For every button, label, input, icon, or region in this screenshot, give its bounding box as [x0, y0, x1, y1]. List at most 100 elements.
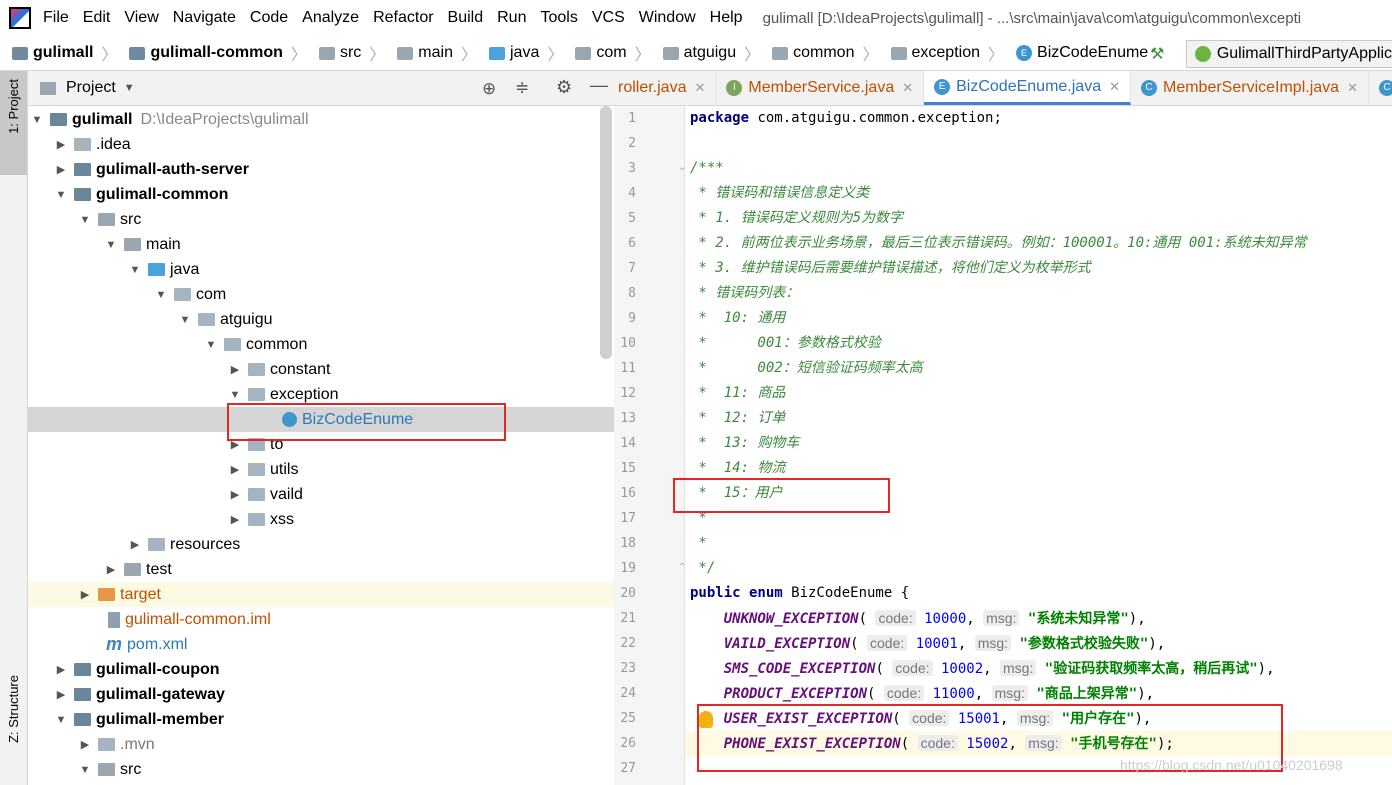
- spring-boot-icon: [1194, 46, 1211, 62]
- breadcrumb-item[interactable]: E BizCodeEnume: [1004, 44, 1148, 62]
- breadcrumb-item[interactable]: gulimall-common 〉: [117, 41, 307, 65]
- tab-member-service-impl[interactable]: C MemberServiceImpl.java ✕: [1131, 71, 1369, 105]
- minimize-icon[interactable]: —: [590, 75, 608, 96]
- tab-member-service[interactable]: I MemberService.java ✕: [716, 71, 925, 105]
- iml-file-icon: [108, 611, 120, 628]
- code-editor[interactable]: package com.atguigu.common.exception; /*…: [685, 106, 1392, 785]
- highlight-box: [673, 478, 890, 513]
- breadcrumb-item[interactable]: common 〉: [760, 41, 879, 65]
- code-line: * 1. 错误码定义规则为5为数字: [690, 210, 904, 226]
- code-line: */: [690, 560, 716, 576]
- module-icon: [74, 188, 91, 201]
- package-icon: [248, 463, 265, 476]
- breadcrumb-item[interactable]: main 〉: [385, 41, 477, 65]
- menu-view[interactable]: View: [124, 9, 158, 27]
- gear-icon[interactable]: ⚙: [556, 77, 572, 98]
- tree-row[interactable]: ▼ java: [28, 257, 614, 282]
- code-line: SMS_CODE_EXCEPTION( code: 10002, msg: "验…: [723, 660, 1275, 677]
- tree-row[interactable]: ▼ atguigu: [28, 307, 614, 332]
- tree-row[interactable]: ▼ com: [28, 282, 614, 307]
- menu-tools[interactable]: Tools: [540, 9, 577, 27]
- module-icon: [50, 113, 67, 126]
- tree-row[interactable]: ▼ src: [28, 207, 614, 232]
- project-panel-header: Project ▼ ⊕ ≑ ⚙ —: [28, 71, 614, 106]
- tree-row[interactable]: ▼ gulimall D:\IdeaProjects\gulimall: [28, 107, 614, 132]
- code-line: * 11: 商品: [690, 385, 786, 401]
- menu-analyze[interactable]: Analyze: [302, 9, 359, 27]
- tree-row[interactable]: ▶ .idea: [28, 132, 614, 157]
- menu-navigate[interactable]: Navigate: [173, 9, 236, 27]
- menu-refactor[interactable]: Refactor: [373, 9, 433, 27]
- source-folder-icon: [148, 263, 165, 276]
- tree-row[interactable]: ▶ constant: [28, 357, 614, 382]
- tree-row[interactable]: ▶ resources: [28, 532, 614, 557]
- menu-code[interactable]: Code: [250, 9, 288, 27]
- menu-build[interactable]: Build: [448, 9, 484, 27]
- tree-row[interactable]: ▼ gulimall-common: [28, 182, 614, 207]
- highlight-box: [227, 403, 506, 441]
- locate-target-icon[interactable]: ⊕: [482, 79, 496, 99]
- code-line: *: [690, 535, 707, 551]
- tree-row[interactable]: gulimall-common.iml: [28, 607, 614, 632]
- code-line: * 001：参数格式校验: [690, 335, 881, 351]
- folder-icon: [98, 763, 115, 776]
- tree-row[interactable]: m pom.xml: [28, 632, 614, 657]
- intellij-logo-icon: [9, 7, 31, 29]
- code-line: /***: [690, 160, 724, 176]
- excluded-folder-icon: [98, 588, 115, 601]
- class-icon: C: [1141, 80, 1157, 96]
- code-line: VAILD_EXCEPTION( code: 10001, msg: "参数格式…: [723, 635, 1166, 652]
- tree-row[interactable]: ▶ xss: [28, 507, 614, 532]
- tree-row[interactable]: ▶ gulimall-gateway: [28, 682, 614, 707]
- breadcrumb-item[interactable]: java 〉: [477, 41, 563, 65]
- breadcrumb-item[interactable]: com 〉: [563, 41, 651, 65]
- project-scrollbar[interactable]: [600, 106, 612, 359]
- breadcrumb-item[interactable]: atguigu 〉: [651, 41, 760, 65]
- breadcrumb-item[interactable]: gulimall 〉: [0, 41, 117, 65]
- tree-row[interactable]: ▶ vaild: [28, 482, 614, 507]
- code-line: public enum BizCodeEnume {: [690, 585, 910, 601]
- project-tool-tab[interactable]: 1: Project: [0, 71, 27, 175]
- menu-run[interactable]: Run: [497, 9, 526, 27]
- breadcrumb-item[interactable]: exception 〉: [879, 41, 1004, 65]
- menu-window[interactable]: Window: [639, 9, 696, 27]
- tree-row[interactable]: ▼ gulimall-member: [28, 707, 614, 732]
- chevron-down-icon[interactable]: ▼: [124, 82, 135, 94]
- tab-controller[interactable]: roller.java ✕: [614, 71, 717, 105]
- editor-tabs: roller.java ✕ I MemberService.java ✕ E BizCo…: [614, 71, 1392, 106]
- tree-row[interactable]: ▶ .mvn: [28, 732, 614, 757]
- folder-icon: [318, 46, 335, 60]
- tree-row[interactable]: ▶ gulimall-coupon: [28, 657, 614, 682]
- tab-biz-code-enume[interactable]: E BizCodeEnume.java ✕: [924, 71, 1131, 105]
- tree-row[interactable]: ▶ test: [28, 557, 614, 582]
- close-icon[interactable]: ✕: [1347, 80, 1358, 96]
- project-tree: ▼ gulimall D:\IdeaProjects\gulimall ▶ .idea…: [28, 106, 614, 785]
- tree-row[interactable]: ▶ utils: [28, 457, 614, 482]
- close-icon[interactable]: ✕: [694, 80, 705, 96]
- structure-tool-tab[interactable]: Z: Structure: [0, 671, 27, 771]
- tab-more[interactable]: CU: [1369, 71, 1392, 105]
- close-icon[interactable]: ✕: [1109, 79, 1120, 95]
- code-line: * 13: 购物车: [690, 435, 800, 451]
- tree-row[interactable]: ▶ target: [28, 582, 614, 607]
- build-hammer-icon[interactable]: ⚒: [1150, 44, 1168, 63]
- tree-row[interactable]: ▼ src: [28, 757, 614, 782]
- code-line: * 12: 订单: [690, 410, 786, 426]
- menu-vcs[interactable]: VCS: [592, 9, 625, 27]
- code-line: * 2. 前两位表示业务场景，最后三位表示错误码。例如：100001。10:通用…: [690, 235, 1307, 251]
- close-icon[interactable]: ✕: [902, 80, 913, 96]
- menu-file[interactable]: File: [43, 9, 69, 27]
- tree-row[interactable]: ▼ main: [28, 232, 614, 257]
- tree-row[interactable]: ▼ common: [28, 332, 614, 357]
- package-icon: [575, 46, 592, 60]
- breadcrumb-item[interactable]: src 〉: [307, 41, 385, 65]
- code-line: * 10: 通用: [690, 310, 786, 326]
- menu-edit[interactable]: Edit: [83, 9, 111, 27]
- run-configuration-select[interactable]: GulimallThirdPartyApplic: [1185, 40, 1392, 68]
- project-panel-title[interactable]: Project: [66, 79, 116, 97]
- collapse-all-icon[interactable]: ≑: [515, 78, 529, 98]
- folder-icon: [98, 738, 115, 751]
- package-icon: [772, 46, 789, 60]
- menu-help[interactable]: Help: [710, 9, 743, 27]
- tree-row[interactable]: ▶ gulimall-auth-server: [28, 157, 614, 182]
